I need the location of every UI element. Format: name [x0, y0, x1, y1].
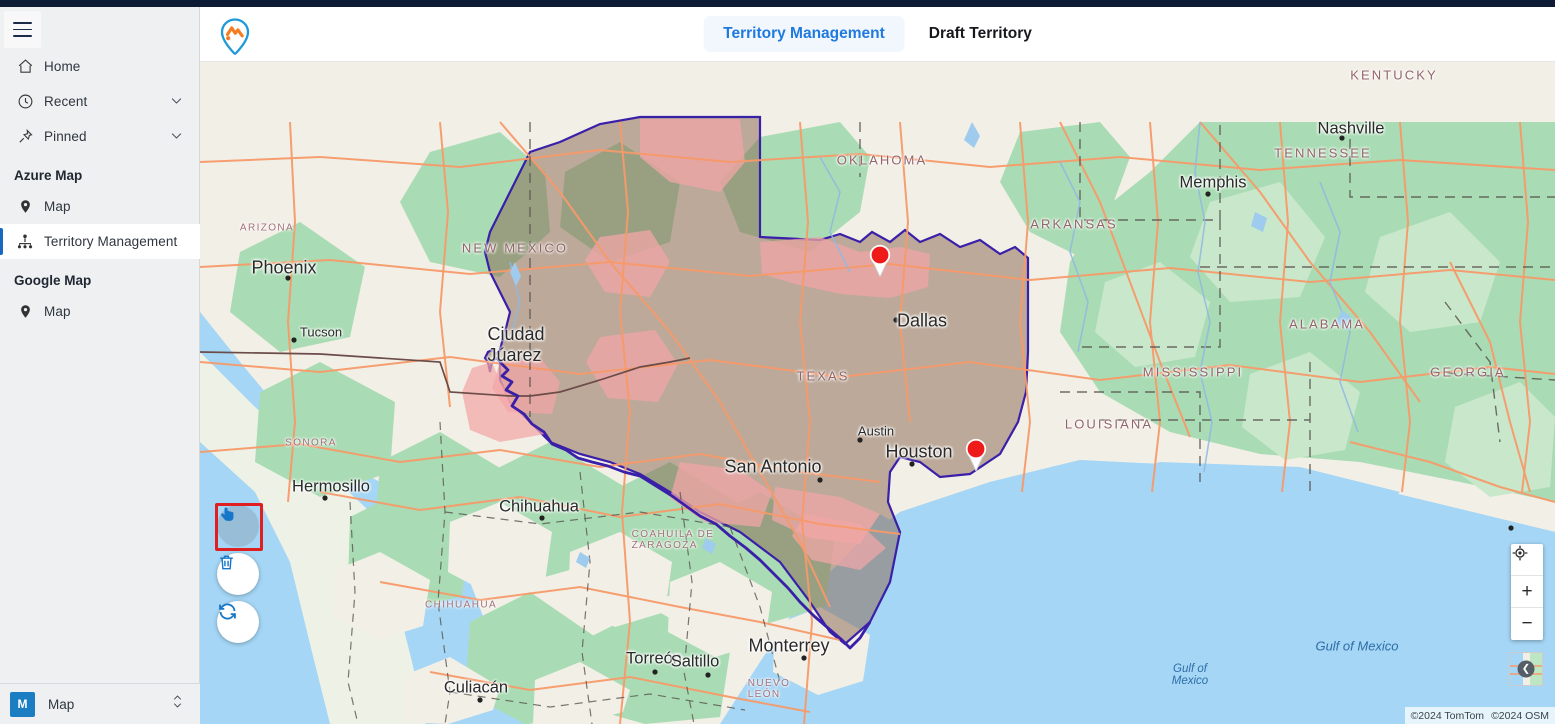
sidebar-item-azure-map[interactable]: Map [0, 189, 200, 224]
sidebar-item-google-map[interactable]: Map [0, 294, 200, 329]
sidebar-account-switcher[interactable]: M Map [0, 683, 200, 724]
zoom-out-button[interactable]: − [1511, 608, 1543, 640]
location-pin-icon [14, 302, 36, 322]
location-pin-icon [14, 197, 36, 217]
tab-territory-management[interactable]: Territory Management [703, 16, 905, 52]
sidebar-item-label: Home [44, 59, 81, 74]
sidebar-item-recent[interactable]: Recent [0, 84, 200, 119]
app-header: Territory Management Draft Territory [200, 7, 1555, 62]
sidebar-item-label: Map [44, 304, 71, 319]
avatar: M [10, 691, 35, 717]
top-accent-bar [0, 0, 1555, 7]
locate-me-button[interactable] [1511, 544, 1543, 576]
refresh-tool-button[interactable] [217, 601, 259, 643]
territory-marker-houston[interactable] [964, 438, 988, 471]
map-zoom-controls: + − [1511, 544, 1543, 640]
sidebar-section-title-google-map: Google Map [14, 273, 92, 288]
hamburger-menu-button[interactable] [4, 11, 41, 48]
clock-icon [14, 92, 36, 112]
updown-chevron-icon[interactable] [171, 693, 184, 715]
app-root: Home Recent Pinned Azure Map Map Territo… [0, 0, 1555, 724]
sidebar-section-title-azure-map: Azure Map [14, 168, 83, 183]
minimap-panel[interactable]: ❮ [1509, 652, 1543, 686]
sidebar-item-label: Pinned [44, 129, 87, 144]
sidebar-item-label: Territory Management [44, 234, 178, 249]
attribution-tomtom: ©2024 TomTom [1410, 710, 1485, 722]
attribution-osm: ©2024 OSM [1491, 710, 1549, 722]
sidebar-item-pinned[interactable]: Pinned [0, 119, 200, 154]
home-icon [14, 57, 36, 77]
hamburger-icon-line [13, 22, 32, 24]
map-attribution: ©2024 TomTom ©2024 OSM [1404, 707, 1555, 724]
pin-icon [14, 127, 36, 147]
map-basemap [200, 62, 1555, 724]
sidebar-item-label: Map [44, 199, 71, 214]
sidebar-account-label: Map [48, 696, 75, 712]
zoom-in-button[interactable]: + [1511, 576, 1543, 608]
map-canvas[interactable]: ARIZONA NEW MEXICO OKLAHOMA TEXAS ARKANSAS LO… [200, 62, 1555, 724]
delete-tool-button[interactable] [217, 553, 259, 595]
sidebar-nav: Home Recent Pinned Azure Map Map Territo… [0, 49, 200, 329]
hamburger-icon-line [13, 28, 32, 31]
header-tabs: Territory Management Draft Territory [703, 16, 1052, 52]
collapse-minimap-button[interactable]: ❮ [1517, 660, 1535, 678]
map-pin-logo [214, 15, 256, 57]
hamburger-icon-line [13, 35, 32, 37]
sidebar-item-label: Recent [44, 94, 88, 109]
territory-icon [14, 232, 36, 252]
tab-draft-territory[interactable]: Draft Territory [909, 16, 1052, 52]
territory-marker-dallas[interactable] [868, 244, 892, 277]
chevron-down-icon[interactable] [169, 93, 184, 111]
chevron-down-icon[interactable] [169, 128, 184, 146]
sidebar: Home Recent Pinned Azure Map Map Territo… [0, 7, 200, 724]
pan-hand-tool-button[interactable] [217, 505, 259, 547]
sidebar-item-territory-management[interactable]: Territory Management [0, 224, 200, 259]
sidebar-item-home[interactable]: Home [0, 49, 200, 84]
